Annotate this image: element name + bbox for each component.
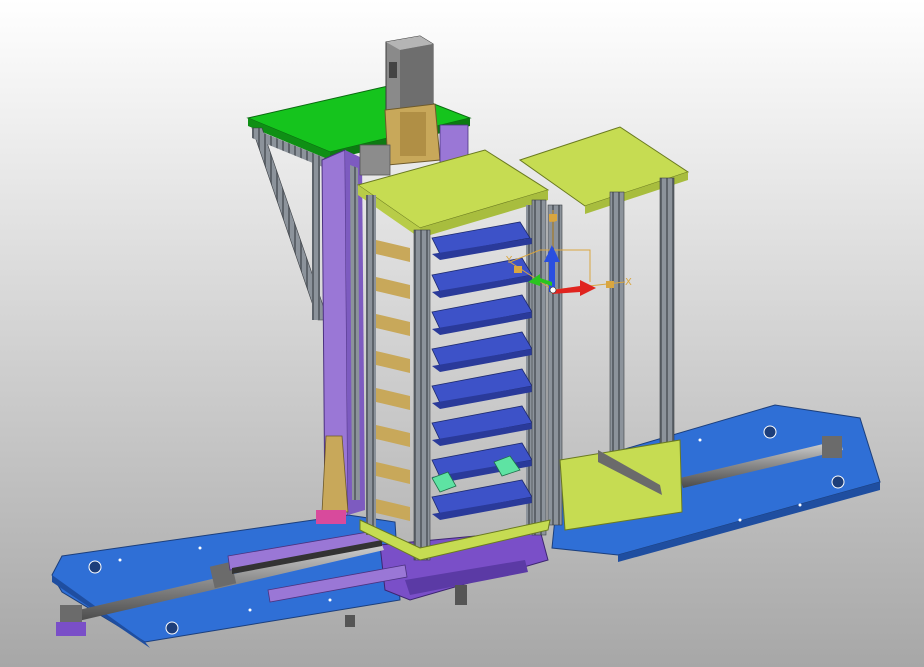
x-axis-label: X xyxy=(625,277,632,288)
cad-assembly-icon[interactable]: X Y Z xyxy=(0,0,924,667)
z-axis-label: Z xyxy=(549,214,556,225)
cad-3d-viewport[interactable]: X Y Z xyxy=(0,0,924,667)
y-axis-label: Y xyxy=(505,255,513,266)
